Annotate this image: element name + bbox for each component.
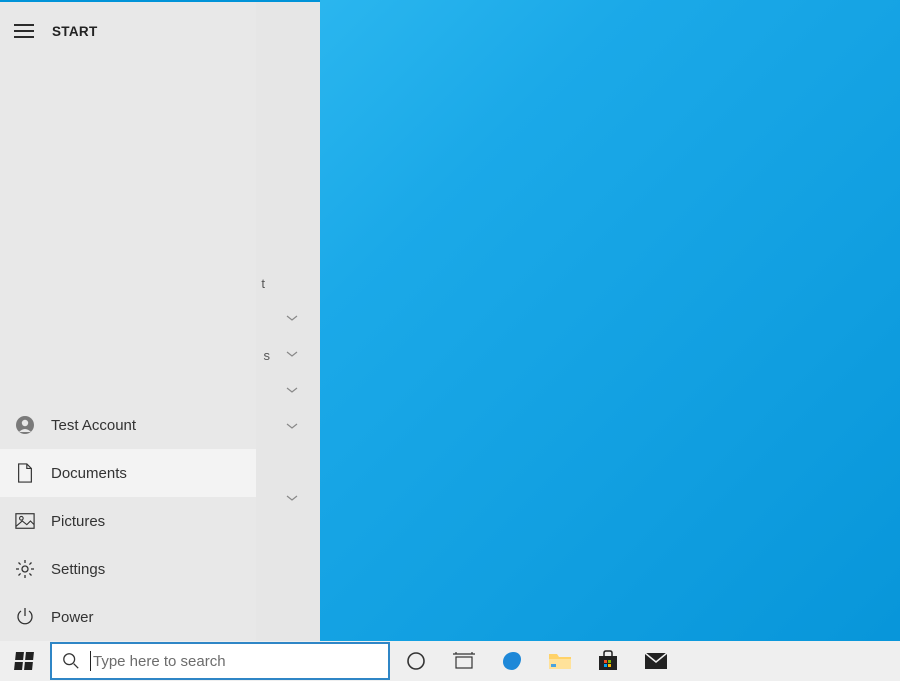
power-button[interactable]: Power (0, 593, 256, 641)
start-title: START (52, 24, 98, 39)
documents-button[interactable]: Documents (0, 449, 256, 497)
start-menu-expanded: START Test Account Documents (0, 2, 256, 643)
chevron-down-icon (286, 348, 298, 360)
background-peek-text: t (261, 276, 265, 291)
power-label: Power (51, 609, 94, 626)
pictures-button[interactable]: Pictures (0, 497, 256, 545)
edge-icon (500, 649, 524, 673)
chevron-down-icon (286, 384, 298, 396)
chevron-down-icon (286, 312, 298, 324)
search-input[interactable]: Type here to search (50, 642, 390, 680)
edge-button[interactable] (488, 641, 536, 681)
start-header: START (0, 2, 256, 60)
person-icon (14, 414, 36, 436)
chevron-down-icon (286, 420, 298, 432)
search-icon (62, 652, 80, 670)
text-cursor (90, 651, 91, 671)
cortana-button[interactable] (392, 641, 440, 681)
account-button[interactable]: Test Account (0, 401, 256, 449)
task-view-icon (453, 652, 475, 670)
store-icon (597, 650, 619, 672)
store-button[interactable] (584, 641, 632, 681)
search-placeholder: Type here to search (93, 653, 226, 670)
chevron-down-icon (286, 492, 298, 504)
folder-icon (548, 651, 572, 671)
gear-icon (14, 558, 36, 580)
documents-label: Documents (51, 465, 127, 482)
power-icon (14, 606, 36, 628)
pictures-icon (14, 510, 36, 532)
cortana-icon (406, 651, 426, 671)
account-label: Test Account (51, 417, 136, 434)
background-peek-text2: s (264, 348, 271, 363)
mail-button[interactable] (632, 641, 680, 681)
taskbar: Type here to search (0, 641, 900, 681)
start-menu-outer: t s START Test Account (0, 0, 320, 641)
settings-button[interactable]: Settings (0, 545, 256, 593)
pictures-label: Pictures (51, 513, 105, 530)
document-icon (14, 462, 36, 484)
file-explorer-button[interactable] (536, 641, 584, 681)
hamburger-icon[interactable] (14, 24, 34, 38)
mail-icon (644, 652, 668, 670)
task-view-button[interactable] (440, 641, 488, 681)
settings-label: Settings (51, 561, 105, 578)
windows-icon (14, 652, 34, 670)
start-button[interactable] (0, 641, 48, 681)
